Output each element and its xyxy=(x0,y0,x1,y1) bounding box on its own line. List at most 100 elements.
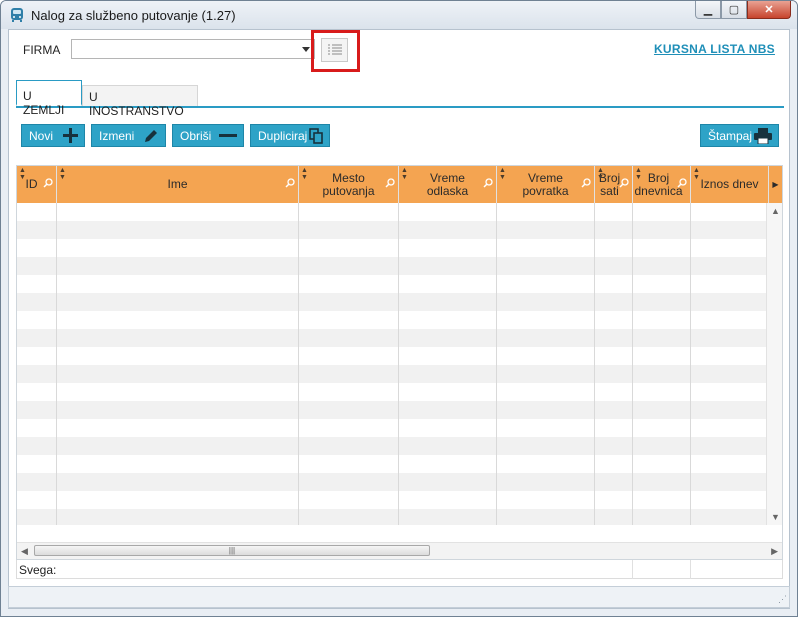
firma-dropdown[interactable] xyxy=(71,39,315,59)
stampaj-button[interactable]: Štampaj xyxy=(700,124,779,147)
scroll-columns-right[interactable]: ▶ xyxy=(769,166,782,203)
column-divider xyxy=(56,203,57,525)
tab-bar: U ZEMLJI U INOSTRANSTVO xyxy=(16,80,784,118)
table-row[interactable] xyxy=(17,509,767,525)
table-row[interactable] xyxy=(17,455,767,473)
col-header-broj-sati[interactable]: ▲ ▼ Broj sati xyxy=(595,166,633,203)
sort-icon: ▲ ▼ xyxy=(301,167,308,181)
sort-icon: ▲ ▼ xyxy=(693,167,700,181)
col-header-mesto-putovanja[interactable]: ▲ ▼ Mesto putovanja xyxy=(299,166,399,203)
chevron-up-icon[interactable]: ▲ xyxy=(771,206,780,216)
sort-icon: ▲ ▼ xyxy=(19,167,26,181)
table-row[interactable] xyxy=(17,257,767,275)
plus-icon xyxy=(63,128,78,143)
chevron-down-icon[interactable]: ▼ xyxy=(771,512,780,522)
svega-label: Svega: xyxy=(19,563,57,577)
table-row[interactable] xyxy=(17,203,767,221)
minus-icon xyxy=(219,134,237,137)
kursna-lista-link[interactable]: KURSNA LISTA NBS xyxy=(654,42,775,56)
window-title: Nalog za službeno putovanje (1.27) xyxy=(31,8,236,23)
status-bar: ⋰ xyxy=(8,586,790,608)
table-row[interactable] xyxy=(17,383,767,401)
minimize-button[interactable]: ▁ xyxy=(695,1,721,19)
col-label: Vreme povratka xyxy=(522,170,569,198)
chevron-left-icon[interactable]: ◀ xyxy=(21,546,28,557)
table-row[interactable] xyxy=(17,311,767,329)
col-header-vreme-odlaska[interactable]: ▲ ▼ Vreme odlaska xyxy=(399,166,497,203)
obrisi-button[interactable]: Obriši xyxy=(172,124,244,147)
bus-icon xyxy=(11,8,23,22)
dupliciraj-button[interactable]: Dupliciraj xyxy=(250,124,330,147)
sort-icon: ▲ ▼ xyxy=(59,167,66,181)
col-header-iznos-dnevnica[interactable]: ▲ ▼ Iznos dnev xyxy=(691,166,769,203)
search-icon[interactable] xyxy=(619,178,629,188)
column-divider xyxy=(496,203,497,525)
chevron-right-icon[interactable]: ▶ xyxy=(771,546,778,557)
search-icon[interactable] xyxy=(677,178,687,188)
toolbar: Novi Izmeni Obriši Dupliciraj Štampaj xyxy=(21,124,781,148)
chevron-down-icon xyxy=(302,47,310,52)
col-header-broj-dnevnica[interactable]: ▲ ▼ Broj dnevnica xyxy=(633,166,691,203)
table-row[interactable] xyxy=(17,419,767,437)
title-bar[interactable]: Nalog za službeno putovanje (1.27) ▁ ▢ ✕ xyxy=(1,1,797,29)
table-row[interactable] xyxy=(17,491,767,509)
sort-icon: ▲ ▼ xyxy=(597,167,604,181)
close-icon: ✕ xyxy=(764,4,774,16)
col-label: Vreme odlaska xyxy=(426,170,469,198)
col-header-vreme-povratka[interactable]: ▲ ▼ Vreme povratka xyxy=(497,166,595,203)
table-row[interactable] xyxy=(17,473,767,491)
sort-icon: ▲ ▼ xyxy=(635,167,642,181)
column-divider xyxy=(398,203,399,525)
resize-grip-icon[interactable]: ⋰ xyxy=(778,594,787,605)
footer-divider xyxy=(632,560,633,579)
tab-label: U ZEMLJI xyxy=(23,89,65,117)
copy-icon xyxy=(309,127,323,144)
data-grid: ▲ ▼ ID ▲ ▼ Ime ▲ ▼ Mesto putovanja ▲ ▼ Vreme… xyxy=(16,165,783,560)
vertical-scrollbar[interactable]: ▲ ▼ xyxy=(766,203,782,525)
table-row[interactable] xyxy=(17,365,767,383)
table-row[interactable] xyxy=(17,437,767,455)
col-label: Mesto putovanja xyxy=(322,170,375,198)
column-divider xyxy=(632,203,633,525)
search-icon[interactable] xyxy=(483,178,493,188)
highlight-marker xyxy=(311,30,360,72)
tab-u-inostranstvo[interactable]: U INOSTRANSTVO xyxy=(82,85,198,118)
novi-button[interactable]: Novi xyxy=(21,124,85,147)
search-icon[interactable] xyxy=(581,178,591,188)
search-icon[interactable] xyxy=(285,178,295,188)
horizontal-scrollbar[interactable]: ◀ ||| ▶ xyxy=(17,542,782,559)
table-row[interactable] xyxy=(17,221,767,239)
table-row[interactable] xyxy=(17,329,767,347)
window-controls: ▁ ▢ ✕ xyxy=(695,1,791,19)
col-header-ime[interactable]: ▲ ▼ Ime xyxy=(57,166,299,203)
pencil-icon xyxy=(145,129,157,142)
column-divider xyxy=(690,203,691,525)
footer-divider xyxy=(690,560,691,579)
grid-header: ▲ ▼ ID ▲ ▼ Ime ▲ ▼ Mesto putovanja ▲ ▼ Vreme… xyxy=(17,166,782,203)
maximize-icon: ▢ xyxy=(728,4,740,16)
maximize-button[interactable]: ▢ xyxy=(721,1,747,19)
column-divider xyxy=(594,203,595,525)
izmeni-label: Izmeni xyxy=(99,128,135,143)
col-label: ID xyxy=(25,177,38,191)
col-label: Iznos dnev xyxy=(700,177,759,191)
close-button[interactable]: ✕ xyxy=(747,1,791,19)
table-row[interactable] xyxy=(17,401,767,419)
stampaj-label: Štampaj xyxy=(708,128,753,143)
novi-label: Novi xyxy=(29,128,54,143)
grid-footer: Svega: xyxy=(16,560,783,579)
table-row[interactable] xyxy=(17,293,767,311)
tab-u-zemlji[interactable]: U ZEMLJI xyxy=(16,80,82,117)
table-row[interactable] xyxy=(17,239,767,257)
main-panel: FIRMA KURSNA LISTA NBS U ZEMLJI U INOSTR… xyxy=(8,29,790,609)
table-row[interactable] xyxy=(17,275,767,293)
sort-icon: ▲ ▼ xyxy=(401,167,408,181)
sort-icon: ▲ ▼ xyxy=(499,167,506,181)
obrisi-label: Obriši xyxy=(180,128,212,143)
horizontal-scroll-thumb[interactable]: ||| xyxy=(34,545,430,556)
col-header-id[interactable]: ▲ ▼ ID xyxy=(17,166,57,203)
search-icon[interactable] xyxy=(43,178,53,188)
table-row[interactable] xyxy=(17,347,767,365)
izmeni-button[interactable]: Izmeni xyxy=(91,124,166,147)
search-icon[interactable] xyxy=(385,178,395,188)
